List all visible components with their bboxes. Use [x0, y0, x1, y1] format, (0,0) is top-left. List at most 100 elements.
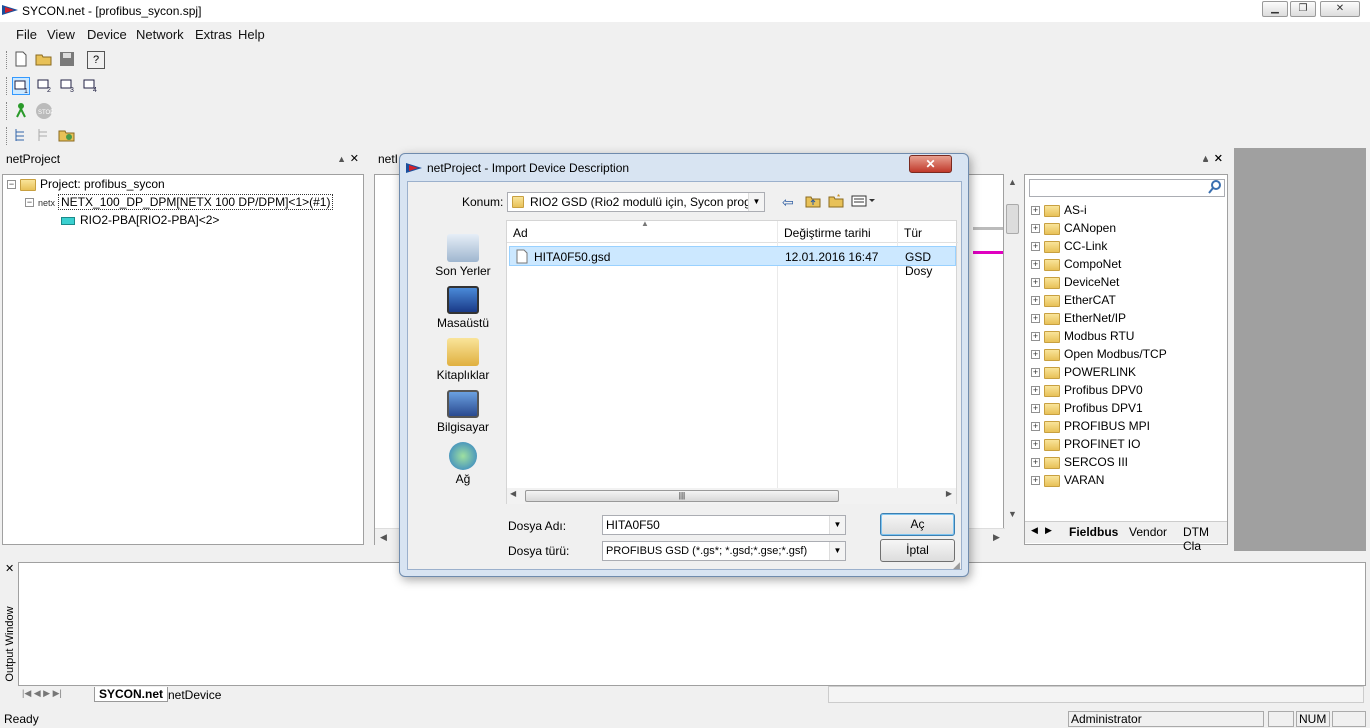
back-icon[interactable]: ⇦	[782, 194, 794, 211]
collapse-icon[interactable]: −	[7, 180, 16, 190]
file-row[interactable]: HITA0F50.gsd 12.01.2016 16:47 GSD Dosy	[509, 246, 956, 278]
expand-icon[interactable]: +	[1031, 332, 1040, 342]
catalog-item[interactable]: + Profibus DPV1	[1031, 399, 1221, 417]
tree-collapse-icon[interactable]	[35, 127, 53, 145]
new-folder-icon[interactable]: *	[828, 193, 844, 211]
vertical-scrollbar[interactable]: ▲ ▼	[1004, 174, 1022, 524]
menu-device[interactable]: Device	[87, 27, 127, 42]
panel-pin-icon[interactable]: ▲	[337, 152, 346, 167]
tab-sycon-net[interactable]: SYCON.net	[94, 687, 169, 702]
column-type[interactable]: Tür	[904, 226, 922, 240]
scroll-left-icon[interactable]: ◀	[510, 489, 516, 498]
scroll-thumb[interactable]: |||	[525, 490, 839, 502]
catalog-item[interactable]: + EtherNet/IP	[1031, 309, 1221, 327]
panel-close-icon[interactable]: ✕	[1214, 152, 1223, 165]
tree-item-master[interactable]: − netx NETX_100_DP_DPM[NETX 100 DP/DPM]<1>…	[25, 193, 334, 211]
file-list-hscroll[interactable]: ◀ ||| ▶	[507, 488, 956, 504]
tree-item-slave[interactable]: RIO2-PBA[RIO2-PBA]<2>	[61, 211, 219, 229]
open-button[interactable]: Aç	[880, 513, 955, 536]
scroll-thumb[interactable]	[1006, 204, 1019, 234]
search-icon[interactable]	[1207, 179, 1223, 198]
menu-view[interactable]: View	[47, 27, 75, 42]
place-network[interactable]: Ağ	[428, 442, 498, 486]
catalog-item[interactable]: + PROFINET IO	[1031, 435, 1221, 453]
collapse-icon[interactable]: −	[25, 198, 34, 208]
catalog-item[interactable]: + CANopen	[1031, 219, 1221, 237]
place-libraries[interactable]: Kitaplıklar	[428, 338, 498, 382]
view-2-icon[interactable]: 2	[35, 77, 53, 95]
catalog-item[interactable]: + DeviceNet	[1031, 273, 1221, 291]
catalog-item[interactable]: + Profibus DPV0	[1031, 381, 1221, 399]
tab-net-device[interactable]: netDevice	[168, 688, 221, 702]
help-icon[interactable]: ?	[87, 51, 105, 69]
tab-dtm-class[interactable]: DTM Cla	[1183, 525, 1227, 553]
save-icon[interactable]	[58, 51, 76, 69]
tab-vendor[interactable]: Vendor	[1129, 525, 1167, 539]
output-close-icon[interactable]: ✕	[5, 562, 14, 575]
expand-icon[interactable]: +	[1031, 224, 1040, 234]
place-recent[interactable]: Son Yerler	[428, 234, 498, 278]
filename-input[interactable]: HITA0F50 ▼	[602, 515, 846, 535]
expand-icon[interactable]: +	[1031, 368, 1040, 378]
output-hscroll[interactable]	[828, 686, 1364, 703]
menu-file[interactable]: File	[16, 27, 37, 42]
expand-icon[interactable]: +	[1031, 422, 1040, 432]
up-folder-icon[interactable]	[805, 194, 821, 211]
expand-icon[interactable]: +	[1031, 314, 1040, 324]
expand-icon[interactable]: +	[1031, 242, 1040, 252]
expand-icon[interactable]: +	[1031, 476, 1040, 486]
tree-item-project[interactable]: − Project: profibus_sycon	[7, 175, 165, 193]
view-1-icon[interactable]: 1	[12, 77, 30, 95]
expand-icon[interactable]: +	[1031, 404, 1040, 414]
expand-icon[interactable]: +	[1031, 278, 1040, 288]
connect-icon[interactable]	[12, 102, 30, 120]
new-file-icon[interactable]	[12, 51, 30, 69]
column-name[interactable]: Ad	[513, 226, 528, 240]
close-button[interactable]: ✕	[1320, 1, 1360, 17]
chevron-down-icon[interactable]: ▼	[829, 516, 845, 534]
menu-extras[interactable]: Extras	[195, 27, 232, 42]
filetype-select[interactable]: PROFIBUS GSD (*.gs*; *.gsd;*.gse;*.gsf) …	[602, 541, 846, 561]
chevron-down-icon[interactable]: ▼	[748, 193, 764, 211]
catalog-item[interactable]: + POWERLINK	[1031, 363, 1221, 381]
tab-first-icon[interactable]: |◀ ◀ ▶ ▶|	[22, 688, 62, 699]
expand-icon[interactable]: +	[1031, 296, 1040, 306]
expand-icon[interactable]: +	[1031, 350, 1040, 360]
scroll-left-icon[interactable]: ◀	[375, 529, 392, 546]
tab-next-icon[interactable]: ▶	[1045, 525, 1052, 536]
catalog-item[interactable]: + PROFIBUS MPI	[1031, 417, 1221, 435]
scroll-right-icon[interactable]: ▶	[946, 489, 952, 498]
catalog-item[interactable]: + EtherCAT	[1031, 291, 1221, 309]
dialog-close-button[interactable]: ✕	[909, 155, 952, 173]
panel-close-icon[interactable]: ✕	[350, 152, 359, 167]
place-computer[interactable]: Bilgisayar	[428, 390, 498, 434]
menu-help[interactable]: Help	[238, 27, 265, 42]
maximize-button[interactable]: ❐	[1290, 1, 1316, 17]
catalog-item[interactable]: + SERCOS III	[1031, 453, 1221, 471]
scroll-down-icon[interactable]: ▼	[1004, 506, 1021, 523]
column-date[interactable]: Değiştirme tarihi	[784, 226, 871, 240]
resize-grip-icon[interactable]: ◢	[953, 560, 960, 571]
catalog-item[interactable]: + CompoNet	[1031, 255, 1221, 273]
place-desktop[interactable]: Masaüstü	[428, 286, 498, 330]
menu-network[interactable]: Network	[136, 27, 184, 42]
view-4-icon[interactable]: 4	[81, 77, 99, 95]
folder-view-icon[interactable]	[58, 127, 76, 145]
scroll-right-icon[interactable]: ▶	[988, 529, 1005, 546]
catalog-item[interactable]: + Modbus RTU	[1031, 327, 1221, 345]
catalog-item[interactable]: + VARAN	[1031, 471, 1221, 489]
chevron-down-icon[interactable]: ▼	[829, 542, 845, 560]
expand-icon[interactable]: +	[1031, 206, 1040, 216]
catalog-item[interactable]: + AS-i	[1031, 201, 1221, 219]
minimize-button[interactable]: ▁	[1262, 1, 1288, 17]
catalog-item[interactable]: + CC-Link	[1031, 237, 1221, 255]
view-menu-icon[interactable]	[851, 194, 877, 211]
expand-icon[interactable]: +	[1031, 386, 1040, 396]
catalog-search-input[interactable]	[1029, 179, 1225, 197]
panel-pin-icon[interactable]: ▲	[1201, 153, 1210, 163]
tab-fieldbus[interactable]: Fieldbus	[1069, 525, 1118, 539]
tab-prev-icon[interactable]: ◀	[1031, 525, 1038, 536]
tree-expand-icon[interactable]	[12, 127, 30, 145]
expand-icon[interactable]: +	[1031, 260, 1040, 270]
cancel-button[interactable]: İptal	[880, 539, 955, 562]
